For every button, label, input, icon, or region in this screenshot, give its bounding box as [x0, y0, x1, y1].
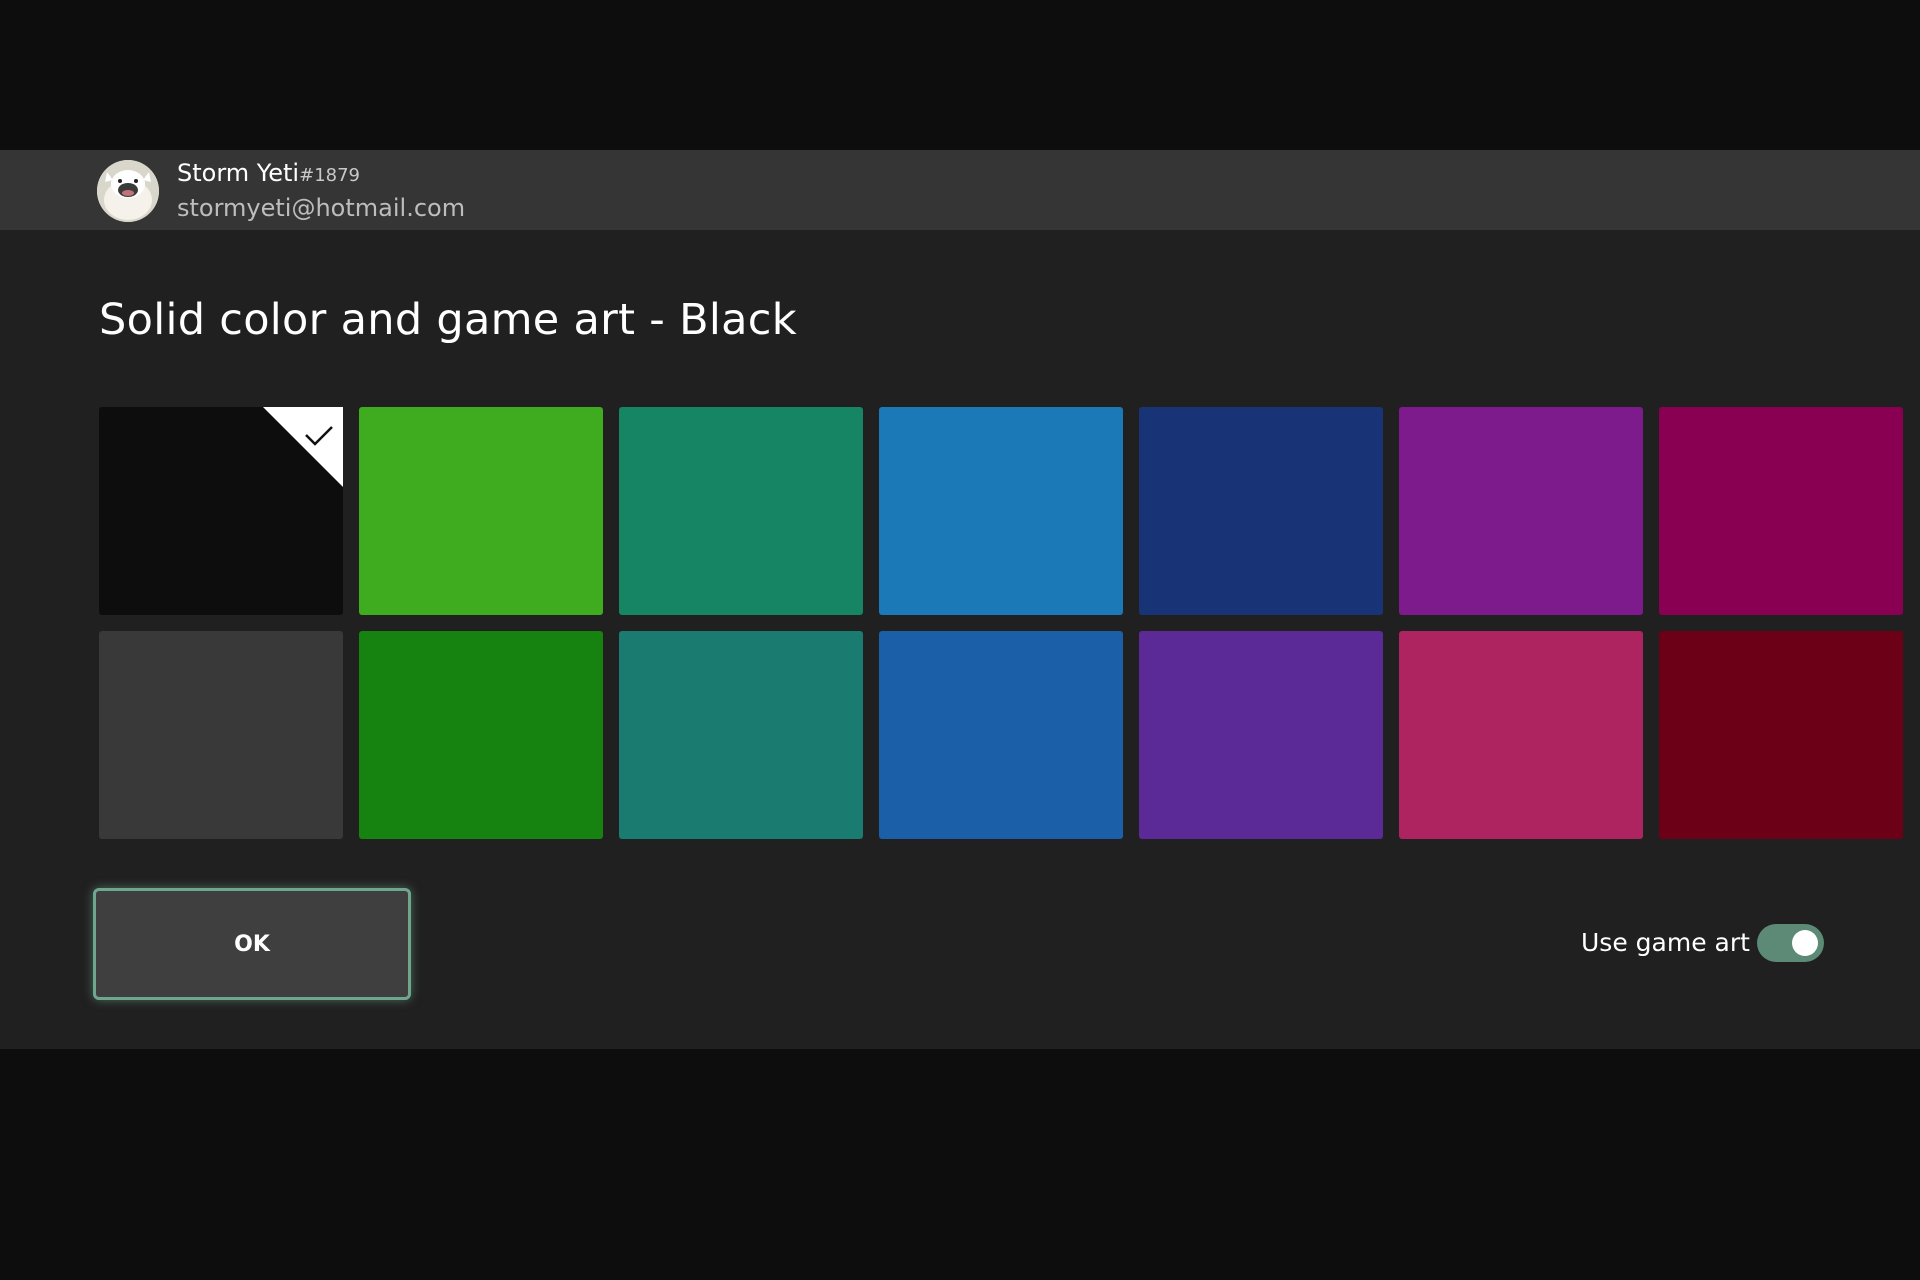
color-swatch[interactable]	[1659, 407, 1903, 615]
checkmark-icon	[305, 426, 333, 446]
color-swatch[interactable]	[619, 631, 863, 839]
use-game-art-label: Use game art	[1581, 928, 1750, 957]
color-swatch[interactable]	[359, 631, 603, 839]
color-swatch[interactable]	[1139, 631, 1383, 839]
color-swatch[interactable]	[359, 407, 603, 615]
gamertag: Storm Yeti#1879	[177, 158, 360, 191]
page-title: Solid color and game art - Black	[99, 295, 797, 345]
color-swatch[interactable]	[1659, 631, 1903, 839]
color-swatch[interactable]	[619, 407, 863, 615]
gamertag-suffix: #1879	[299, 165, 360, 186]
color-swatch[interactable]	[99, 631, 343, 839]
toggle-knob	[1792, 930, 1818, 956]
profile-header: Storm Yeti#1879 stormyeti@hotmail.com	[0, 150, 1920, 230]
color-swatch[interactable]	[1399, 631, 1643, 839]
color-swatch[interactable]	[1399, 407, 1643, 615]
yeti-avatar-icon	[97, 160, 159, 222]
color-swatch[interactable]	[879, 407, 1123, 615]
account-email: stormyeti@hotmail.com	[177, 194, 466, 222]
color-swatch[interactable]	[879, 631, 1123, 839]
ok-button[interactable]: OK	[93, 888, 411, 1000]
color-picker-panel: Solid color and game art - Black OK Use …	[0, 230, 1920, 1049]
gamertag-name: Storm Yeti	[177, 159, 300, 187]
color-swatch[interactable]	[1139, 407, 1383, 615]
color-swatch[interactable]	[99, 407, 343, 615]
use-game-art-toggle[interactable]	[1757, 924, 1824, 962]
